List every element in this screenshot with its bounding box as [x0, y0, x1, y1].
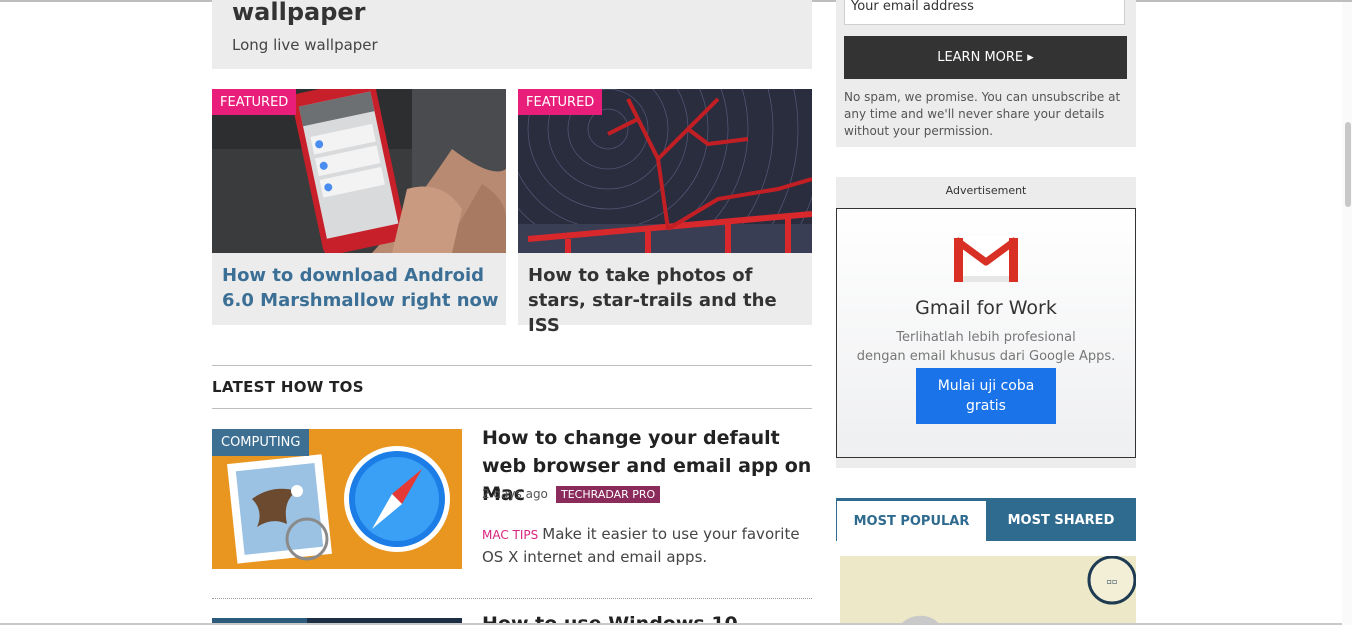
popular-item-image[interactable]: ▫▫	[840, 556, 1136, 625]
scrollbar-thumb[interactable]	[1345, 122, 1351, 207]
safari-compass-icon	[344, 446, 450, 552]
card-title[interactable]: wallpaper	[232, 0, 366, 26]
scrollbar[interactable]	[1342, 2, 1352, 625]
svg-text:▫▫: ▫▫	[1107, 577, 1118, 586]
no-spam-note: No spam, we promise. You can unsubscribe…	[844, 90, 1121, 138]
featured-tag[interactable]: FEATURED	[212, 89, 297, 115]
tab-most-popular[interactable]: MOST POPULAR	[836, 498, 986, 541]
email-input[interactable]: Your email address	[844, 0, 1125, 25]
featured-title[interactable]: How to take photos of stars, star-trails…	[528, 263, 808, 338]
ad-text: Terlihatlah lebih profesional dengan ema…	[836, 328, 1136, 366]
source-badge[interactable]: TECHRADAR PRO	[556, 486, 661, 503]
article-timestamp: 2 days ago	[482, 487, 548, 501]
tab-most-shared[interactable]: MOST SHARED	[986, 498, 1136, 541]
ad-cta-button[interactable]: Mulai uji coba gratis	[916, 368, 1056, 424]
ad-text-line: dengan email khusus dari Google Apps.	[856, 349, 1116, 364]
section-divider	[212, 365, 812, 366]
featured-tag[interactable]: FEATURED	[518, 89, 603, 115]
category-tag[interactable]: COMPUTING	[212, 429, 310, 456]
featured-card-stars[interactable]: FEATURED How to take photos of stars, st…	[518, 89, 812, 336]
popular-tabs: MOST POPULAR MOST SHARED	[836, 498, 1136, 541]
stamp-eagle-icon	[227, 454, 332, 564]
featured-card-android[interactable]: FEATURED How to download Android 6.0 Mar…	[212, 89, 506, 325]
ad-label: Advertisement	[945, 184, 1027, 197]
article-kicker[interactable]: MAC TIPS	[482, 528, 538, 542]
section-heading: LATEST HOW TOS	[212, 378, 364, 396]
article-divider	[212, 598, 812, 599]
gmail-logo-icon[interactable]	[954, 236, 1018, 282]
section-divider	[212, 408, 812, 409]
ad-text-line: Terlihatlah lebih profesional	[896, 330, 1076, 345]
learn-more-button[interactable]: LEARN MORE ▸	[844, 36, 1127, 79]
card-subtitle: Long live wallpaper	[232, 36, 378, 54]
ad-title[interactable]: Gmail for Work	[836, 297, 1136, 319]
featured-title[interactable]: How to download Android 6.0 Marshmallow …	[222, 263, 502, 313]
article-description: MAC TIPS Make it easier to use your favor…	[482, 523, 807, 568]
wallpaper-card[interactable]: wallpaper Long live wallpaper	[212, 0, 812, 69]
